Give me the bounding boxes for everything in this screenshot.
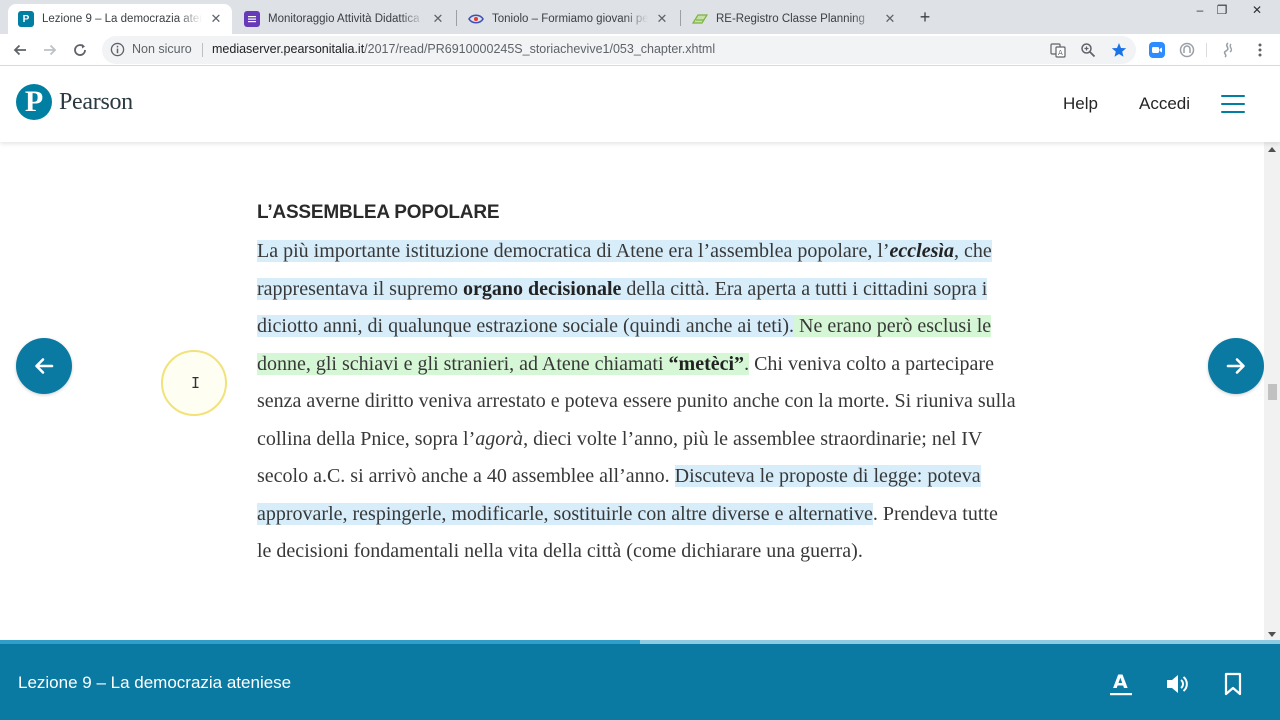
forms-favicon-icon	[244, 11, 260, 27]
browser-tab-strip: P Lezione 9 – La democrazia ateniese ✕ M…	[0, 0, 1280, 34]
tab-separator	[456, 10, 457, 26]
tab-title: RE-Registro Classe Planning	[716, 13, 865, 25]
translate-icon[interactable]: A	[1050, 42, 1066, 58]
arrow-left-icon	[35, 358, 54, 374]
tab-title: Lezione 9 – La democrazia ateniese	[42, 13, 202, 25]
tab-title: Toniolo – Formiamo giovani per il futuro	[492, 13, 648, 25]
profile-icon[interactable]	[1219, 42, 1235, 58]
pearson-logo-text: Pearson	[59, 88, 133, 115]
toniolo-favicon-icon	[468, 11, 484, 27]
zoom-extension-icon[interactable]	[1149, 42, 1165, 58]
registro-favicon-icon	[692, 11, 708, 27]
scroll-up-icon[interactable]	[1268, 147, 1276, 152]
reload-icon	[74, 44, 86, 56]
reload-button[interactable]	[68, 38, 92, 62]
back-arrow-icon	[13, 44, 26, 56]
scroll-thumb[interactable]	[1268, 384, 1277, 400]
svg-text:A: A	[1113, 671, 1128, 693]
url-domain: mediaserver.pearsonitalia.it	[212, 42, 365, 56]
page-scrollbar[interactable]	[1264, 142, 1280, 640]
tab-separator	[680, 10, 681, 26]
lesson-title: Lezione 9 – La democrazia ateniese	[18, 673, 292, 692]
pearson-favicon-icon: P	[18, 11, 34, 27]
url-text[interactable]: mediaserver.pearsonitalia.it/2017/read/P…	[212, 42, 715, 56]
site-header: P Pearson Help Accedi	[0, 66, 1280, 142]
audio-icon[interactable]	[1163, 670, 1191, 698]
chrome-menu-icon[interactable]	[1252, 42, 1268, 58]
close-tab-icon[interactable]: ✕	[882, 11, 898, 27]
text-cursor-icon: I	[191, 374, 201, 392]
extension-icon[interactable]	[1179, 42, 1195, 58]
section-title: L’ASSEMBLEA POPOLARE	[257, 202, 500, 223]
new-tab-button[interactable]: +	[914, 6, 936, 28]
tab-registro[interactable]: RE-Registro Classe Planning ✕	[682, 4, 906, 34]
tab-lezione-9[interactable]: P Lezione 9 – La democrazia ateniese ✕	[8, 4, 232, 34]
tab-monitoraggio[interactable]: Monitoraggio Attività Didattica a distan…	[234, 4, 454, 34]
next-page-button[interactable]	[1208, 338, 1264, 394]
arrow-right-icon	[1226, 358, 1245, 374]
browser-toolbar: Non sicuro mediaserver.pearsonitalia.it/…	[0, 34, 1280, 66]
address-bar[interactable]: Non sicuro mediaserver.pearsonitalia.it/…	[102, 36, 1136, 64]
close-window-button[interactable]: ✕	[1234, 0, 1280, 20]
address-divider	[202, 43, 203, 57]
pearson-logo[interactable]: P Pearson	[16, 84, 133, 120]
bookmark-icon[interactable]	[1219, 670, 1247, 698]
close-tab-icon[interactable]: ✕	[208, 11, 224, 27]
forward-button[interactable]	[38, 38, 62, 62]
scroll-down-icon[interactable]	[1268, 632, 1276, 637]
bookmark-star-icon[interactable]	[1111, 42, 1127, 58]
security-status[interactable]: Non sicuro	[132, 42, 192, 56]
chapter-paragraph: La più importante istituzione democratic…	[257, 233, 1017, 571]
info-icon[interactable]	[110, 42, 125, 61]
previous-page-button[interactable]	[16, 338, 72, 394]
pearson-logo-mark: P	[16, 84, 52, 120]
tab-title: Monitoraggio Attività Didattica a distan…	[268, 13, 424, 25]
close-tab-icon[interactable]: ✕	[654, 11, 670, 27]
tab-toniolo[interactable]: Toniolo – Formiamo giovani per il futuro…	[458, 4, 678, 34]
close-tab-icon[interactable]: ✕	[430, 11, 446, 27]
forward-arrow-icon	[44, 44, 57, 56]
text-settings-icon[interactable]: A	[1107, 670, 1135, 698]
bottom-toolbar: Lezione 9 – La democrazia ateniese A	[0, 644, 1280, 720]
back-button[interactable]	[8, 38, 32, 62]
login-link[interactable]: Accedi	[1139, 94, 1190, 114]
menu-icon[interactable]	[1221, 95, 1245, 113]
svg-text:A: A	[1058, 49, 1063, 57]
zoom-icon[interactable]	[1080, 42, 1096, 58]
toolbar-divider	[1206, 43, 1207, 57]
url-path: /2017/read/PR6910000245S_storiachevive1/…	[364, 42, 716, 56]
help-link[interactable]: Help	[1063, 94, 1098, 114]
reader-content: L’ASSEMBLEA POPOLARE La più importante i…	[0, 142, 1264, 640]
